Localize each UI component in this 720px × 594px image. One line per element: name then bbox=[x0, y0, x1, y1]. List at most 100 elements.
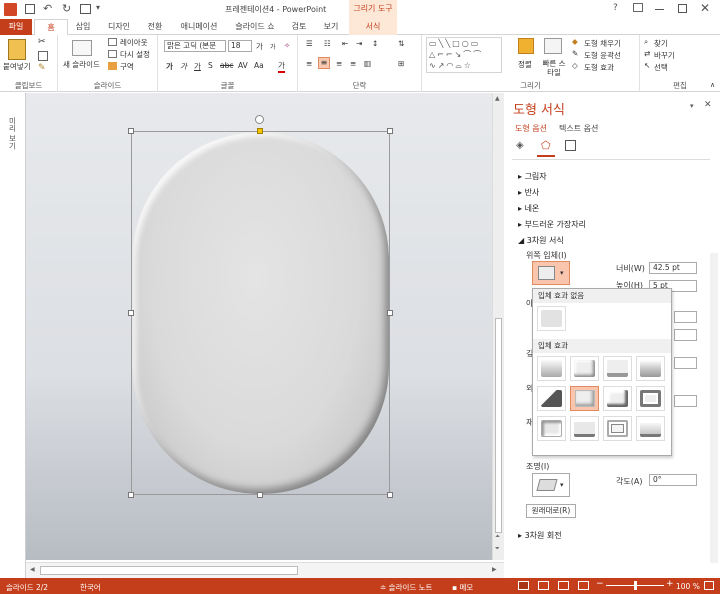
contour-field[interactable] bbox=[674, 395, 697, 407]
increase-indent-icon[interactable]: ⇥ bbox=[356, 39, 362, 48]
width-field[interactable]: 42.5 pt bbox=[649, 262, 697, 274]
rotation-handle[interactable] bbox=[255, 115, 264, 124]
replace-button[interactable]: 바꾸기 bbox=[654, 50, 675, 61]
slide-canvas[interactable] bbox=[26, 93, 492, 560]
ribbon-display-options-icon[interactable] bbox=[633, 3, 643, 12]
undo-icon[interactable]: ↶ bbox=[43, 2, 52, 15]
pane-close-icon[interactable]: ✕ bbox=[704, 100, 712, 110]
scroll-left-icon[interactable]: ◀ bbox=[30, 566, 35, 573]
section-3d-format[interactable]: ◢ 3차원 서식 bbox=[518, 235, 564, 246]
resize-handle-nw[interactable] bbox=[128, 128, 134, 134]
paste-icon[interactable] bbox=[8, 39, 26, 60]
tab-review[interactable]: 검토 bbox=[284, 19, 314, 35]
section-glow[interactable]: ▸ 네온 bbox=[518, 203, 539, 214]
bevel-cross-option[interactable] bbox=[603, 356, 632, 381]
section-reflection[interactable]: ▸ 반사 bbox=[518, 187, 539, 198]
text-direction-icon[interactable]: ⇅ bbox=[398, 39, 404, 48]
arrange-icon[interactable] bbox=[518, 38, 534, 54]
layout-icon[interactable] bbox=[108, 38, 117, 46]
find-icon[interactable]: ⌕ bbox=[644, 37, 648, 47]
tab-animations[interactable]: 애니메이션 bbox=[172, 19, 226, 35]
bevel-divot-option[interactable] bbox=[537, 416, 566, 441]
strikethrough-icon[interactable]: abc bbox=[220, 61, 233, 70]
shape-outline-icon[interactable]: ✎ bbox=[572, 49, 578, 58]
quick-styles-icon[interactable] bbox=[544, 38, 562, 54]
resize-handle-s[interactable] bbox=[257, 492, 263, 498]
new-slide-icon[interactable] bbox=[72, 40, 92, 56]
format-painter-icon[interactable]: ✎ bbox=[38, 63, 46, 73]
tab-slideshow[interactable]: 슬라이드 쇼 bbox=[229, 19, 281, 35]
bevel-convex-option[interactable] bbox=[603, 386, 632, 411]
reset-button[interactable]: 다시 설정 bbox=[120, 49, 150, 60]
shape-fill-icon[interactable]: ◆ bbox=[572, 37, 578, 46]
font-name-box[interactable]: 맑은 고딕 (본문 bbox=[164, 40, 226, 52]
save-icon[interactable] bbox=[25, 4, 35, 14]
bevel-cool-slant-option[interactable] bbox=[636, 356, 665, 381]
redo-icon[interactable]: ↻ bbox=[62, 2, 71, 15]
section-soft-edges[interactable]: ▸ 부드러운 가장자리 bbox=[518, 219, 586, 230]
select-button[interactable]: 선택 bbox=[654, 62, 668, 73]
prev-slide-icon[interactable]: ⏶ bbox=[495, 533, 500, 541]
bevel-art-deco-option[interactable] bbox=[636, 416, 665, 441]
line-spacing-icon[interactable]: ↕ bbox=[372, 39, 378, 48]
tab-file[interactable]: 파일 bbox=[0, 19, 32, 35]
section-icon[interactable] bbox=[108, 62, 117, 70]
resize-handle-e[interactable] bbox=[387, 310, 393, 316]
pane-scrollbar[interactable] bbox=[710, 253, 718, 563]
section-3d-rotation[interactable]: ▸ 3차원 회전 bbox=[518, 530, 562, 541]
bevel-soft-round-option[interactable] bbox=[570, 386, 599, 411]
bevel-circle-option[interactable] bbox=[537, 356, 566, 381]
bold-icon[interactable]: 가 bbox=[166, 61, 173, 72]
tab-home[interactable]: 홈 bbox=[34, 19, 68, 36]
layout-button[interactable]: 레이아웃 bbox=[120, 37, 148, 48]
vertical-scroll-thumb[interactable] bbox=[495, 318, 502, 533]
customize-qat-icon[interactable]: ▾ bbox=[96, 3, 100, 12]
shape-effects-button[interactable]: 도형 효과 bbox=[584, 62, 614, 73]
size-properties-icon[interactable] bbox=[565, 140, 576, 151]
bottom-height-field[interactable] bbox=[674, 329, 697, 341]
find-button[interactable]: 찾기 bbox=[654, 38, 668, 49]
decrease-indent-icon[interactable]: ⇤ bbox=[342, 39, 348, 48]
shape-fill-button[interactable]: 도형 채우기 bbox=[584, 38, 621, 49]
tab-text-options[interactable]: 텍스트 옵션 bbox=[559, 123, 598, 134]
clear-format-icon[interactable]: ✧ bbox=[284, 41, 290, 50]
align-right-icon[interactable]: ≡ bbox=[336, 59, 342, 68]
angle-field[interactable]: 0° bbox=[649, 474, 697, 486]
horizontal-scrollbar[interactable]: ◀ ▶ bbox=[26, 562, 504, 578]
bevel-relaxed-inset-option[interactable] bbox=[570, 356, 599, 381]
resize-handle-w[interactable] bbox=[128, 310, 134, 316]
bevel-slope-option[interactable] bbox=[636, 386, 665, 411]
bevel-none-option[interactable] bbox=[537, 306, 566, 331]
shrink-font-icon[interactable]: 가 bbox=[270, 42, 276, 51]
font-color-icon[interactable]: 가 bbox=[278, 60, 285, 73]
section-shadow[interactable]: ▸ 그림자 bbox=[518, 171, 547, 182]
tab-format[interactable]: 서식 bbox=[349, 19, 397, 35]
scroll-right-icon[interactable]: ▶ bbox=[492, 566, 497, 573]
slideshow-view-icon[interactable] bbox=[578, 581, 589, 590]
scroll-up-icon[interactable]: ▲ bbox=[495, 95, 500, 102]
resize-handle-sw[interactable] bbox=[128, 492, 134, 498]
notes-button[interactable]: ≐ 슬라이드 노트 bbox=[380, 582, 432, 593]
bevel-hard-edge-option[interactable] bbox=[603, 416, 632, 441]
maximize-icon[interactable] bbox=[678, 4, 687, 13]
shadow-icon[interactable]: S bbox=[208, 61, 213, 70]
numbering-icon[interactable]: ☷ bbox=[324, 39, 331, 48]
columns-icon[interactable]: ▥ bbox=[364, 59, 371, 68]
normal-view-icon[interactable] bbox=[518, 581, 529, 590]
tab-shape-options[interactable]: 도형 옵션 bbox=[515, 123, 547, 134]
section-button[interactable]: 구역 bbox=[120, 61, 134, 72]
shape-outline-button[interactable]: 도형 윤곽선 bbox=[584, 50, 621, 61]
resize-handle-ne[interactable] bbox=[387, 128, 393, 134]
align-center-icon[interactable]: ≡ bbox=[318, 57, 330, 69]
zoom-slider-thumb[interactable] bbox=[634, 581, 637, 590]
spacing-icon[interactable]: AV bbox=[238, 61, 248, 70]
zoom-level[interactable]: 100 % bbox=[676, 582, 700, 591]
bullets-icon[interactable]: ☰ bbox=[306, 39, 313, 48]
shape-effects-icon[interactable]: ◇ bbox=[572, 61, 578, 70]
reading-view-icon[interactable] bbox=[558, 581, 569, 590]
comments-button[interactable]: ▪ 메모 bbox=[452, 582, 473, 593]
italic-icon[interactable]: 가 bbox=[180, 61, 187, 72]
thumbnail-strip[interactable]: 미리 보기 bbox=[0, 93, 26, 578]
smartart-icon[interactable]: ⊞ bbox=[398, 59, 404, 68]
select-icon[interactable]: ↖ bbox=[644, 61, 650, 70]
